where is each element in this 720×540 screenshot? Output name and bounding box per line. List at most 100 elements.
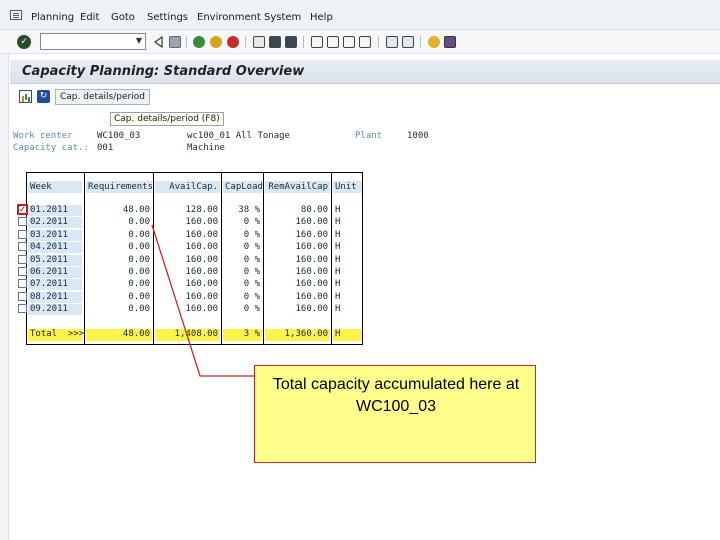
cell-week[interactable]: 05.2011 — [28, 254, 82, 266]
find-icon[interactable] — [269, 36, 281, 48]
menu-planning[interactable]: Planning — [31, 12, 74, 23]
find-next-icon[interactable] — [285, 36, 297, 48]
menu-system[interactable]: System — [264, 12, 301, 23]
cell-week[interactable]: 09.2011 — [28, 304, 82, 316]
cell-availcap: 160.00 — [185, 229, 218, 240]
row-select-checkbox[interactable] — [18, 254, 27, 264]
capacity-cat-description: Machine — [187, 143, 225, 153]
cell-unit: H — [335, 242, 341, 253]
cell-unit: H — [335, 217, 341, 228]
cell-remavailcap: 160.00 — [295, 291, 328, 302]
cell-availcap: 160.00 — [185, 279, 218, 290]
enter-icon[interactable]: ✓ — [17, 35, 31, 49]
shortcut-icon[interactable] — [402, 36, 414, 48]
row-select-checkbox[interactable] — [18, 267, 27, 276]
cell-requirements: 0.00 — [128, 304, 150, 315]
cell-capload: 38 % — [238, 205, 260, 215]
tooltip: Cap. details/period (F8) — [110, 112, 224, 126]
standard-toolbar: ✓ ▼ — [0, 30, 720, 54]
cell-remavailcap: 160.00 — [295, 267, 328, 277]
cell-capload: 0 % — [243, 229, 260, 240]
cell-capload: 0 % — [243, 267, 260, 277]
save-icon[interactable] — [169, 36, 181, 48]
cell-capload: 0 % — [243, 291, 260, 302]
column-divider — [153, 173, 154, 344]
cell-availcap: 160.00 — [185, 217, 218, 228]
cell-week[interactable]: 01.2011 — [28, 205, 82, 216]
last-page-icon[interactable] — [359, 36, 371, 48]
toolbar-separator — [245, 36, 246, 48]
system-menu-icon[interactable] — [10, 10, 22, 20]
cell-remavailcap: 160.00 — [295, 304, 328, 315]
cell-remavailcap: 160.00 — [295, 254, 328, 265]
cell-remavailcap: 80.00 — [300, 205, 328, 215]
cell-unit: H — [335, 291, 341, 302]
command-field[interactable] — [40, 33, 146, 50]
row-select-checkbox[interactable] — [18, 217, 27, 227]
column-header-remavailcap[interactable]: RemAvailCap — [265, 181, 330, 193]
cell-week[interactable]: 03.2011 — [28, 229, 82, 241]
cell-capload: 0 % — [243, 217, 260, 228]
menu-environment[interactable]: Environment — [197, 12, 261, 23]
plant-value: 1000 — [407, 131, 429, 141]
next-page-icon[interactable] — [343, 36, 355, 48]
cell-requirements: 0.00 — [128, 254, 150, 265]
total-cell-remavailcap: 1,360.00 — [265, 329, 330, 341]
toolbar-separator — [303, 36, 304, 48]
previous-page-icon[interactable] — [327, 36, 339, 48]
create-session-icon[interactable] — [386, 36, 398, 48]
row-select-checkbox[interactable] — [18, 279, 27, 289]
cell-availcap: 160.00 — [185, 254, 218, 265]
window-left-border — [0, 54, 9, 540]
cancel-icon[interactable] — [227, 36, 239, 48]
cell-requirements: 0.00 — [128, 229, 150, 240]
menu-settings[interactable]: Settings — [147, 12, 188, 23]
work-center-value: WC100_03 — [97, 131, 141, 141]
exit-icon[interactable] — [210, 36, 222, 48]
menu-bar: Planning Edit Goto Settings Environment … — [0, 0, 720, 30]
row-select-checkbox-checked[interactable]: ✓ — [17, 204, 28, 215]
cell-requirements: 0.00 — [128, 267, 150, 277]
title-bar: Capacity Planning: Standard Overview — [10, 60, 720, 84]
back-icon[interactable] — [153, 35, 163, 49]
column-header-week[interactable]: Week — [28, 181, 82, 193]
cell-unit: H — [335, 304, 341, 315]
application-toolbar: ↻ Cap. details/period — [10, 86, 720, 108]
cell-unit: H — [335, 205, 341, 215]
chart-icon[interactable] — [19, 90, 32, 103]
column-divider — [331, 173, 332, 344]
cell-capload: 0 % — [243, 304, 260, 315]
row-select-checkbox[interactable] — [18, 229, 27, 239]
command-dropdown-icon[interactable]: ▼ — [134, 34, 144, 48]
total-cell-week: Total >>> — [28, 329, 85, 341]
cap-details-button[interactable]: Cap. details/period — [55, 89, 150, 105]
cell-week[interactable]: 04.2011 — [28, 242, 82, 254]
cell-week[interactable]: 08.2011 — [28, 291, 82, 303]
column-header-capload[interactable]: CapLoad — [223, 181, 263, 193]
cell-week[interactable]: 07.2011 — [28, 279, 82, 291]
cell-remavailcap: 160.00 — [295, 242, 328, 253]
toolbar-separator — [420, 36, 421, 48]
row-select-checkbox[interactable] — [18, 304, 27, 314]
row-select-checkbox[interactable] — [18, 242, 27, 252]
back-green-icon[interactable] — [193, 36, 205, 48]
print-icon[interactable] — [253, 36, 265, 48]
column-header-requirements[interactable]: Requirements — [86, 181, 153, 193]
cell-capload: 0 % — [243, 254, 260, 265]
menu-edit[interactable]: Edit — [80, 12, 99, 23]
layout-icon[interactable] — [444, 36, 456, 48]
column-header-availcap[interactable]: AvailCap. — [155, 181, 220, 193]
cell-week[interactable]: 02.2011 — [28, 217, 82, 229]
menu-help[interactable]: Help — [310, 12, 333, 23]
cell-week[interactable]: 06.2011 — [28, 267, 82, 278]
refresh-icon[interactable]: ↻ — [37, 90, 50, 103]
menu-goto[interactable]: Goto — [111, 12, 135, 23]
toolbar-separator — [378, 36, 379, 48]
total-cell-capload: 3 % — [223, 329, 262, 341]
first-page-icon[interactable] — [311, 36, 323, 48]
column-header-unit[interactable]: Unit — [333, 181, 362, 193]
row-select-checkbox[interactable] — [18, 291, 27, 301]
cell-remavailcap: 160.00 — [295, 217, 328, 228]
help-icon[interactable] — [428, 36, 440, 48]
plant-label: Plant — [355, 131, 383, 141]
